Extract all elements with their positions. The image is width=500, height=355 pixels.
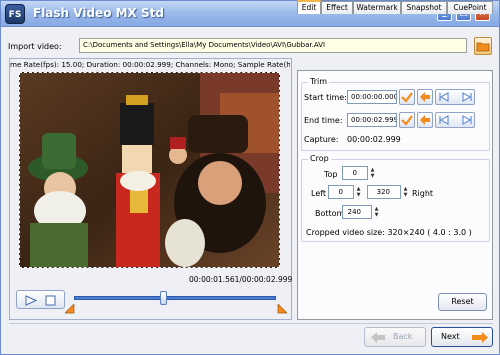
end-time-label: End time: [304,116,343,125]
arrow-left-icon [420,92,430,102]
set-start-button[interactable] [399,89,415,105]
crop-top-spinner[interactable]: ▲ ▼ [369,167,376,179]
seek-track[interactable] [74,296,276,300]
import-path-field[interactable]: C:\Documents and Settings\Ella\My Docume… [79,38,467,53]
checkmark-icon [401,92,413,103]
edit-tab-page: Trim Start time: 00:00:00.000 End time: … [297,70,493,320]
tab-edit[interactable]: Edit [297,0,321,14]
crop-left-label: Left [311,189,327,198]
seek-thumb[interactable] [159,291,167,305]
video-preview[interactable] [19,72,280,268]
main-window: FS Flash Video MX Std _ □ × Import video… [0,0,500,355]
cropped-size-text: Cropped video size: 320×240 ( 4.0 : 3.0 … [306,228,472,237]
trim-end-marker-icon[interactable] [277,304,287,314]
set-end-button[interactable] [399,112,415,128]
start-time-label: Start time: [304,93,347,102]
transport-controls [16,290,65,309]
start-time-field[interactable]: 00:00:00.000 [347,90,397,104]
play-icon[interactable] [25,295,37,306]
step-frame-icon [439,115,472,125]
capture-value: 00:00:02.999 [347,135,401,144]
step-frame-button[interactable] [435,89,475,105]
playback-time: 00:00:01.561/00:00:02.999 [189,275,293,284]
trim-group-title: Trim [308,77,330,86]
crop-right-label: Right [412,189,434,198]
crop-right-field[interactable]: 320 [367,185,401,199]
app-logo-icon: FS [5,4,25,24]
go-to-start-button[interactable] [417,89,433,105]
browse-folder-button[interactable] [474,37,492,55]
folder-icon [476,42,490,52]
tab-cuepoint[interactable]: CuePoint [447,1,493,14]
crop-bottom-label: Bottom [315,209,345,218]
crop-top-field[interactable]: 0 [342,166,368,180]
window-title: Flash Video MX Std [33,6,164,20]
crop-left-field[interactable]: 0 [328,185,354,199]
end-time-field[interactable]: 00:00:02.999 [347,113,397,127]
crop-top-label: Top [324,170,338,179]
crop-right-spinner[interactable]: ▲ ▼ [402,186,409,198]
crop-left-spinner[interactable]: ▲ ▼ [355,186,362,198]
video-info-text: me Rate(fps): 15.00; Duration: 00:00:02.… [10,60,290,69]
video-frame-image [20,73,279,267]
tab-snapshot[interactable]: Snapshot [401,1,447,14]
stop-icon[interactable] [45,295,56,306]
back-button[interactable]: Back [364,327,426,347]
step-frame-end-button[interactable] [435,112,475,128]
next-arrow-icon [472,332,488,343]
import-video-label: Import video: [8,42,62,51]
capture-label: Capture: [304,135,339,144]
tab-effect[interactable]: Effect [321,1,353,14]
next-button-label: Next [441,332,460,341]
next-button[interactable]: Next [431,327,493,347]
go-to-end-button[interactable] [417,112,433,128]
back-arrow-icon [371,332,385,343]
checkmark-icon [401,115,413,126]
crop-group-title: Crop [308,154,331,163]
reset-button[interactable]: Reset [438,293,487,311]
crop-bottom-field[interactable]: 240 [342,205,372,219]
arrow-left-icon [420,115,430,125]
trim-start-marker-icon[interactable] [65,304,75,314]
bottom-divider [9,323,493,324]
tab-watermark[interactable]: Watermark [353,1,401,14]
step-frame-icon [439,92,472,102]
crop-bottom-spinner[interactable]: ▲ ▼ [373,206,380,218]
back-button-label: Back [393,332,413,341]
